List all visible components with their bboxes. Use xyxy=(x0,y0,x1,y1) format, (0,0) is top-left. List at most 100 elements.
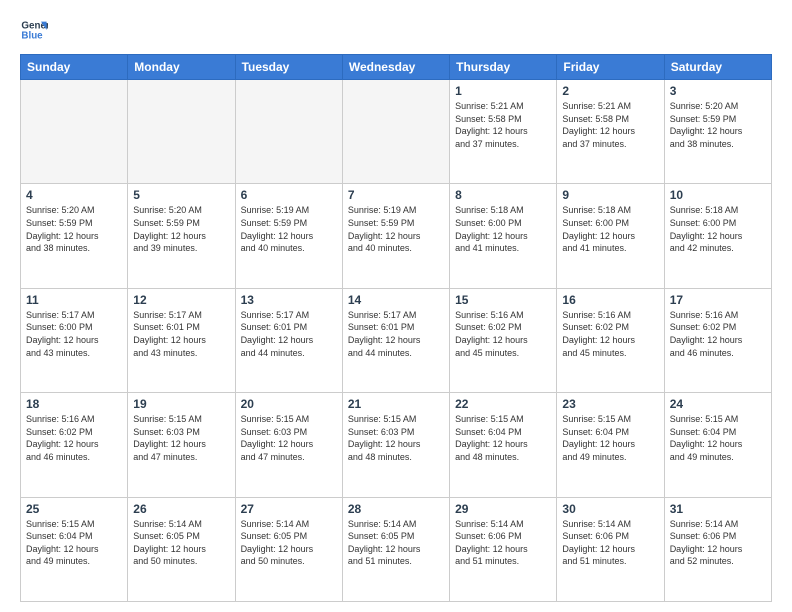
day-number: 13 xyxy=(241,293,337,307)
weekday-sunday: Sunday xyxy=(21,55,128,80)
calendar-cell: 25 Sunrise: 5:15 AM Sunset: 6:04 PM Dayli… xyxy=(21,497,128,601)
day-info: Sunrise: 5:20 AM Sunset: 5:59 PM Dayligh… xyxy=(670,100,766,150)
calendar-cell: 24Sunrise: 5:15 AM Sunset: 6:04 PM Dayli… xyxy=(664,393,771,497)
calendar-cell: 19 Sunrise: 5:15 AM Sunset: 6:03 PM Dayli… xyxy=(128,393,235,497)
day-info: Sunrise: 5:14 AM Sunset: 6:06 PM Dayligh… xyxy=(562,518,658,568)
calendar-cell: 27Sunrise: 5:14 AM Sunset: 6:05 PM Dayli… xyxy=(235,497,342,601)
day-info: Sunrise: 5:18 AM Sunset: 6:00 PM Dayligh… xyxy=(455,204,551,254)
calendar-cell: 13 Sunrise: 5:17 AM Sunset: 6:01 PM Dayli… xyxy=(235,288,342,392)
calendar-cell: 22 Sunrise: 5:15 AM Sunset: 6:04 PM Dayli… xyxy=(450,393,557,497)
day-number: 7 xyxy=(348,188,444,202)
day-info: Sunrise: 5:14 AM Sunset: 6:06 PM Dayligh… xyxy=(670,518,766,568)
day-number: 12 xyxy=(133,293,229,307)
svg-text:Blue: Blue xyxy=(21,30,43,41)
day-info: Sunrise: 5:15 AM Sunset: 6:03 PM Dayligh… xyxy=(133,413,229,463)
day-info: Sunrise: 5:15 AM Sunset: 6:03 PM Dayligh… xyxy=(348,413,444,463)
day-number: 5 xyxy=(133,188,229,202)
calendar-cell: 4 Sunrise: 5:20 AM Sunset: 5:59 PM Daylig… xyxy=(21,184,128,288)
calendar-cell: 7 Sunrise: 5:19 AM Sunset: 5:59 PM Daylig… xyxy=(342,184,449,288)
day-number: 30 xyxy=(562,502,658,516)
calendar-cell xyxy=(21,80,128,184)
day-number: 6 xyxy=(241,188,337,202)
day-info: Sunrise: 5:19 AM Sunset: 5:59 PM Dayligh… xyxy=(241,204,337,254)
day-number: 8 xyxy=(455,188,551,202)
day-info: Sunrise: 5:16 AM Sunset: 6:02 PM Dayligh… xyxy=(455,309,551,359)
day-number: 16 xyxy=(562,293,658,307)
day-info: Sunrise: 5:15 AM Sunset: 6:04 PM Dayligh… xyxy=(562,413,658,463)
weekday-header-row: SundayMondayTuesdayWednesdayThursdayFrid… xyxy=(21,55,772,80)
day-number: 25 xyxy=(26,502,122,516)
day-info: Sunrise: 5:19 AM Sunset: 5:59 PM Dayligh… xyxy=(348,204,444,254)
calendar-page: General Blue SundayMondayTuesdayWednesda… xyxy=(0,0,792,612)
day-number: 2 xyxy=(562,84,658,98)
weekday-thursday: Thursday xyxy=(450,55,557,80)
calendar-cell: 30 Sunrise: 5:14 AM Sunset: 6:06 PM Dayli… xyxy=(557,497,664,601)
day-info: Sunrise: 5:21 AM Sunset: 5:58 PM Dayligh… xyxy=(455,100,551,150)
calendar-cell: 21 Sunrise: 5:15 AM Sunset: 6:03 PM Dayli… xyxy=(342,393,449,497)
day-info: Sunrise: 5:21 AM Sunset: 5:58 PM Dayligh… xyxy=(562,100,658,150)
week-row-1: 4 Sunrise: 5:20 AM Sunset: 5:59 PM Daylig… xyxy=(21,184,772,288)
day-number: 9 xyxy=(562,188,658,202)
day-number: 21 xyxy=(348,397,444,411)
calendar-cell: 28 Sunrise: 5:14 AM Sunset: 6:05 PM Dayli… xyxy=(342,497,449,601)
day-number: 10 xyxy=(670,188,766,202)
calendar-cell: 14 Sunrise: 5:17 AM Sunset: 6:01 PM Dayli… xyxy=(342,288,449,392)
logo: General Blue xyxy=(20,16,48,44)
day-number: 1 xyxy=(455,84,551,98)
calendar-cell: 23Sunrise: 5:15 AM Sunset: 6:04 PM Dayli… xyxy=(557,393,664,497)
day-number: 4 xyxy=(26,188,122,202)
day-number: 27 xyxy=(241,502,337,516)
day-info: Sunrise: 5:17 AM Sunset: 6:00 PM Dayligh… xyxy=(26,309,122,359)
day-number: 3 xyxy=(670,84,766,98)
week-row-3: 18Sunrise: 5:16 AM Sunset: 6:02 PM Dayli… xyxy=(21,393,772,497)
calendar-cell: 16 Sunrise: 5:16 AM Sunset: 6:02 PM Dayli… xyxy=(557,288,664,392)
day-number: 28 xyxy=(348,502,444,516)
weekday-wednesday: Wednesday xyxy=(342,55,449,80)
calendar-cell xyxy=(128,80,235,184)
day-number: 11 xyxy=(26,293,122,307)
calendar-table: SundayMondayTuesdayWednesdayThursdayFrid… xyxy=(20,54,772,602)
day-number: 19 xyxy=(133,397,229,411)
day-info: Sunrise: 5:17 AM Sunset: 6:01 PM Dayligh… xyxy=(133,309,229,359)
weekday-friday: Friday xyxy=(557,55,664,80)
week-row-4: 25 Sunrise: 5:15 AM Sunset: 6:04 PM Dayli… xyxy=(21,497,772,601)
calendar-cell: 12 Sunrise: 5:17 AM Sunset: 6:01 PM Dayli… xyxy=(128,288,235,392)
calendar-cell xyxy=(342,80,449,184)
day-number: 17 xyxy=(670,293,766,307)
day-number: 22 xyxy=(455,397,551,411)
calendar-cell: 6 Sunrise: 5:19 AM Sunset: 5:59 PM Daylig… xyxy=(235,184,342,288)
calendar-cell: 15 Sunrise: 5:16 AM Sunset: 6:02 PM Dayli… xyxy=(450,288,557,392)
header: General Blue xyxy=(20,16,772,44)
calendar-cell: 9 Sunrise: 5:18 AM Sunset: 6:00 PM Daylig… xyxy=(557,184,664,288)
day-info: Sunrise: 5:15 AM Sunset: 6:04 PM Dayligh… xyxy=(670,413,766,463)
week-row-0: 1 Sunrise: 5:21 AM Sunset: 5:58 PM Daylig… xyxy=(21,80,772,184)
calendar-cell: 3 Sunrise: 5:20 AM Sunset: 5:59 PM Daylig… xyxy=(664,80,771,184)
calendar-cell: 17Sunrise: 5:16 AM Sunset: 6:02 PM Dayli… xyxy=(664,288,771,392)
day-info: Sunrise: 5:20 AM Sunset: 5:59 PM Dayligh… xyxy=(26,204,122,254)
day-info: Sunrise: 5:14 AM Sunset: 6:05 PM Dayligh… xyxy=(348,518,444,568)
day-number: 14 xyxy=(348,293,444,307)
day-number: 18 xyxy=(26,397,122,411)
calendar-cell: 8 Sunrise: 5:18 AM Sunset: 6:00 PM Daylig… xyxy=(450,184,557,288)
calendar-cell: 31 Sunrise: 5:14 AM Sunset: 6:06 PM Dayli… xyxy=(664,497,771,601)
day-info: Sunrise: 5:15 AM Sunset: 6:04 PM Dayligh… xyxy=(26,518,122,568)
day-info: Sunrise: 5:15 AM Sunset: 6:04 PM Dayligh… xyxy=(455,413,551,463)
day-info: Sunrise: 5:14 AM Sunset: 6:05 PM Dayligh… xyxy=(133,518,229,568)
day-info: Sunrise: 5:16 AM Sunset: 6:02 PM Dayligh… xyxy=(562,309,658,359)
logo-icon: General Blue xyxy=(20,16,48,44)
calendar-cell: 1 Sunrise: 5:21 AM Sunset: 5:58 PM Daylig… xyxy=(450,80,557,184)
calendar-cell xyxy=(235,80,342,184)
day-info: Sunrise: 5:18 AM Sunset: 6:00 PM Dayligh… xyxy=(562,204,658,254)
day-info: Sunrise: 5:17 AM Sunset: 6:01 PM Dayligh… xyxy=(348,309,444,359)
week-row-2: 11 Sunrise: 5:17 AM Sunset: 6:00 PM Dayli… xyxy=(21,288,772,392)
weekday-tuesday: Tuesday xyxy=(235,55,342,80)
weekday-monday: Monday xyxy=(128,55,235,80)
day-info: Sunrise: 5:17 AM Sunset: 6:01 PM Dayligh… xyxy=(241,309,337,359)
calendar-cell: 5Sunrise: 5:20 AM Sunset: 5:59 PM Daylig… xyxy=(128,184,235,288)
day-number: 15 xyxy=(455,293,551,307)
day-number: 31 xyxy=(670,502,766,516)
day-info: Sunrise: 5:14 AM Sunset: 6:06 PM Dayligh… xyxy=(455,518,551,568)
weekday-saturday: Saturday xyxy=(664,55,771,80)
calendar-cell: 20Sunrise: 5:15 AM Sunset: 6:03 PM Dayli… xyxy=(235,393,342,497)
calendar-cell: 18Sunrise: 5:16 AM Sunset: 6:02 PM Dayli… xyxy=(21,393,128,497)
